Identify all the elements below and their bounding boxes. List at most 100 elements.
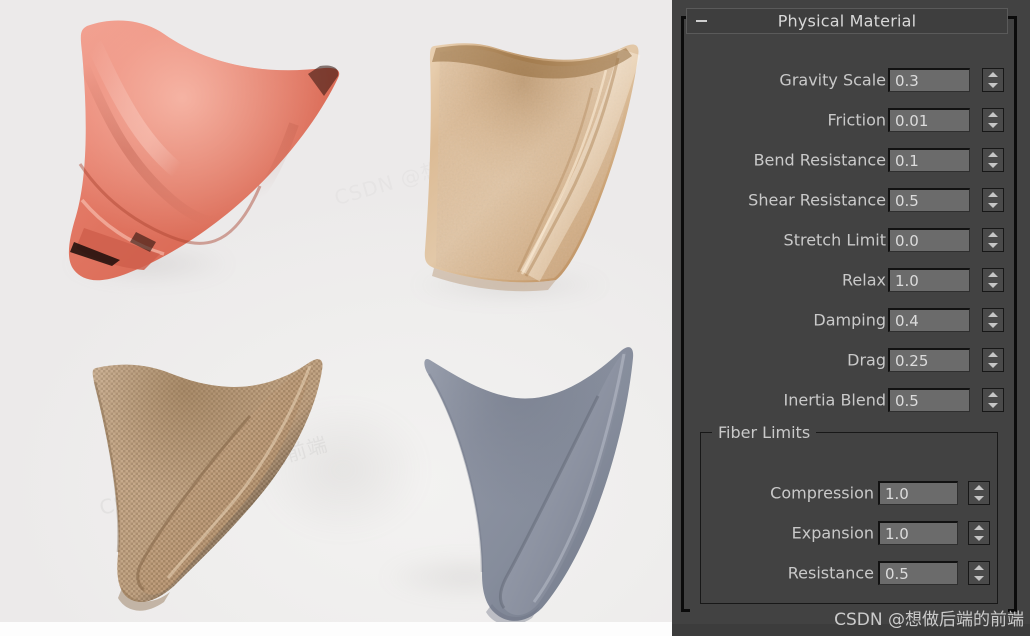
spinner-down-icon[interactable] <box>988 403 998 408</box>
rollout-bracket-left <box>681 16 684 612</box>
param-value-friction: 0.01 <box>895 112 928 130</box>
param-input-resistance[interactable]: 0.5 <box>878 561 958 585</box>
spinner-down-icon[interactable] <box>988 203 998 208</box>
fiber-limits-group-label: Fiber Limits <box>712 423 816 442</box>
spinner-up-icon[interactable] <box>988 112 998 117</box>
param-label-shear-resistance: Shear Resistance <box>748 191 886 210</box>
viewport-bottom-strip <box>0 622 672 636</box>
param-spinner-relax[interactable] <box>982 268 1004 292</box>
param-label-resistance: Resistance <box>788 564 874 583</box>
rollout-bracket-right <box>1014 16 1017 612</box>
param-input-relax[interactable]: 1.0 <box>888 268 970 292</box>
param-row-drag: Drag 0.25 <box>686 345 1012 375</box>
param-spinner-stretch-limit[interactable] <box>982 228 1004 252</box>
param-input-expansion[interactable]: 1.0 <box>878 521 958 545</box>
param-row-friction: Friction 0.01 <box>686 105 1012 135</box>
param-row-resistance: Resistance 0.5 <box>708 558 998 588</box>
spinner-up-icon[interactable] <box>974 565 984 570</box>
param-label-damping: Damping <box>813 311 886 330</box>
param-value-gravity-scale: 0.3 <box>895 72 919 90</box>
spinner-up-icon[interactable] <box>988 232 998 237</box>
param-input-gravity-scale[interactable]: 0.3 <box>888 68 970 92</box>
param-input-friction[interactable]: 0.01 <box>888 108 970 132</box>
param-label-expansion: Expansion <box>792 524 874 543</box>
spinner-down-icon[interactable] <box>988 323 998 328</box>
param-value-expansion: 1.0 <box>885 525 909 543</box>
param-row-shear-resistance: Shear Resistance 0.5 <box>686 185 1012 215</box>
param-input-inertia-blend[interactable]: 0.5 <box>888 388 970 412</box>
param-row-compression: Compression 1.0 <box>708 478 998 508</box>
param-label-relax: Relax <box>842 271 886 290</box>
spinner-up-icon[interactable] <box>988 152 998 157</box>
param-spinner-resistance[interactable] <box>968 561 990 585</box>
param-input-bend-resistance[interactable]: 0.1 <box>888 148 970 172</box>
param-spinner-friction[interactable] <box>982 108 1004 132</box>
gray-blue-cloth-shape <box>400 336 670 622</box>
spinner-down-icon[interactable] <box>988 243 998 248</box>
param-row-expansion: Expansion 1.0 <box>708 518 998 548</box>
spinner-up-icon[interactable] <box>974 485 984 490</box>
param-spinner-compression[interactable] <box>968 481 990 505</box>
rollout-bracket-foot-left <box>681 609 690 612</box>
param-input-stretch-limit[interactable]: 0.0 <box>888 228 970 252</box>
cloth-render-red-silk <box>24 4 344 304</box>
spinner-up-icon[interactable] <box>988 72 998 77</box>
param-row-damping: Damping 0.4 <box>686 305 1012 335</box>
param-spinner-inertia-blend[interactable] <box>982 388 1004 412</box>
spinner-down-icon[interactable] <box>974 496 984 501</box>
spinner-down-icon[interactable] <box>974 536 984 541</box>
command-panel: Physical Material Gravity Scale 0.3 Fric… <box>672 0 1030 636</box>
spinner-up-icon[interactable] <box>974 525 984 530</box>
param-spinner-expansion[interactable] <box>968 521 990 545</box>
param-row-stretch-limit: Stretch Limit 0.0 <box>686 225 1012 255</box>
param-label-drag: Drag <box>847 351 886 370</box>
param-label-inertia-blend: Inertia Blend <box>784 391 886 410</box>
spinner-down-icon[interactable] <box>988 163 998 168</box>
param-value-inertia-blend: 0.5 <box>895 392 919 410</box>
spinner-up-icon[interactable] <box>988 352 998 357</box>
spinner-down-icon[interactable] <box>988 83 998 88</box>
red-silk-cloth-shape <box>24 4 364 314</box>
param-row-relax: Relax 1.0 <box>686 265 1012 295</box>
spinner-up-icon[interactable] <box>988 192 998 197</box>
param-value-relax: 1.0 <box>895 272 919 290</box>
param-value-resistance: 0.5 <box>885 565 909 583</box>
spinner-up-icon[interactable] <box>988 272 998 277</box>
spinner-up-icon[interactable] <box>988 312 998 317</box>
param-row-bend-resistance: Bend Resistance 0.1 <box>686 145 1012 175</box>
spinner-up-icon[interactable] <box>988 392 998 397</box>
param-value-bend-resistance: 0.1 <box>895 152 919 170</box>
param-value-stretch-limit: 0.0 <box>895 232 919 250</box>
param-value-compression: 1.0 <box>885 485 909 503</box>
spinner-down-icon[interactable] <box>988 363 998 368</box>
spinner-down-icon[interactable] <box>974 576 984 581</box>
param-spinner-shear-resistance[interactable] <box>982 188 1004 212</box>
cloth-render-burlap-canvas <box>78 340 368 620</box>
param-spinner-drag[interactable] <box>982 348 1004 372</box>
param-label-bend-resistance: Bend Resistance <box>754 151 886 170</box>
app-screenshot: CSDN @想做后端的前端 CSDN @想做后端的前端 <box>0 0 1030 636</box>
param-spinner-damping[interactable] <box>982 308 1004 332</box>
param-input-compression[interactable]: 1.0 <box>878 481 958 505</box>
spinner-down-icon[interactable] <box>988 123 998 128</box>
param-value-damping: 0.4 <box>895 312 919 330</box>
cloth-render-gray-blue-cotton <box>400 336 660 622</box>
param-spinner-bend-resistance[interactable] <box>982 148 1004 172</box>
param-row-gravity-scale: Gravity Scale 0.3 <box>686 65 1012 95</box>
viewport-render-area: CSDN @想做后端的前端 CSDN @想做后端的前端 <box>0 0 672 622</box>
param-input-drag[interactable]: 0.25 <box>888 348 970 372</box>
spinner-down-icon[interactable] <box>988 283 998 288</box>
param-spinner-gravity-scale[interactable] <box>982 68 1004 92</box>
param-value-shear-resistance: 0.5 <box>895 192 919 210</box>
param-label-compression: Compression <box>770 484 874 503</box>
param-input-damping[interactable]: 0.4 <box>888 308 970 332</box>
rollout-header-physical-material[interactable]: Physical Material <box>686 8 1008 34</box>
rollout-title-label: Physical Material <box>687 12 1007 31</box>
param-label-stretch-limit: Stretch Limit <box>784 231 886 250</box>
param-row-inertia-blend: Inertia Blend 0.5 <box>686 385 1012 415</box>
param-label-gravity-scale: Gravity Scale <box>779 71 886 90</box>
param-value-drag: 0.25 <box>895 352 928 370</box>
tan-velvet-cloth-shape <box>400 18 670 318</box>
param-input-shear-resistance[interactable]: 0.5 <box>888 188 970 212</box>
csdn-watermark: CSDN @想做后端的前端 <box>834 605 1024 630</box>
